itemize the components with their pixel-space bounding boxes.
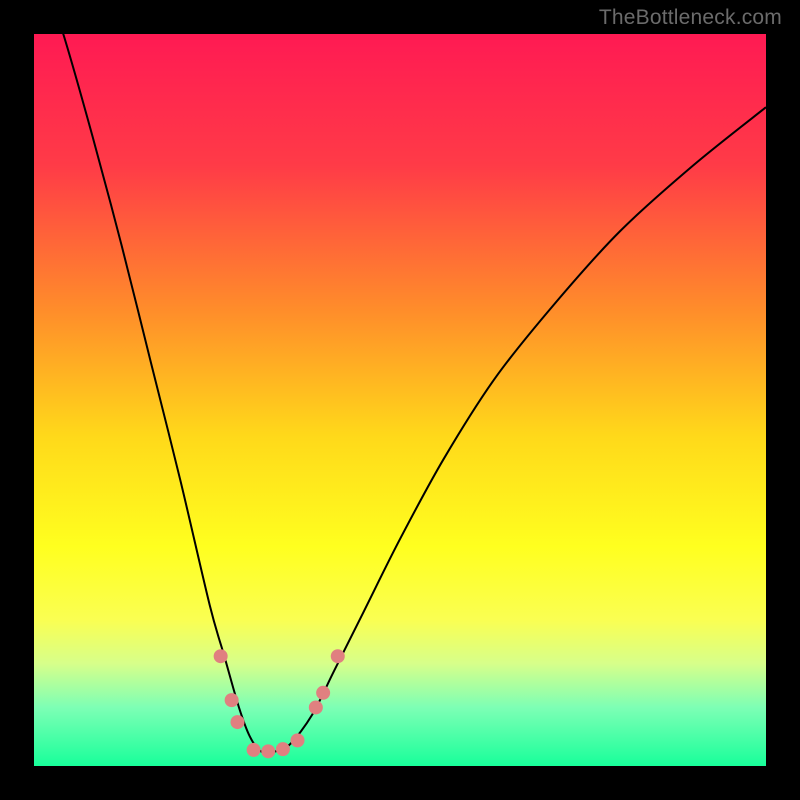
- chart-svg: [34, 34, 766, 766]
- data-marker: [309, 700, 323, 714]
- data-marker: [316, 686, 330, 700]
- plot-area: [34, 34, 766, 766]
- data-marker: [331, 649, 345, 663]
- outer-frame: TheBottleneck.com: [0, 0, 800, 800]
- data-marker: [291, 733, 305, 747]
- data-marker: [247, 743, 261, 757]
- data-marker: [225, 693, 239, 707]
- data-marker: [261, 744, 275, 758]
- data-marker: [276, 742, 290, 756]
- chart-background: [34, 34, 766, 766]
- watermark-text: TheBottleneck.com: [599, 6, 782, 30]
- data-marker: [214, 649, 228, 663]
- data-marker: [230, 715, 244, 729]
